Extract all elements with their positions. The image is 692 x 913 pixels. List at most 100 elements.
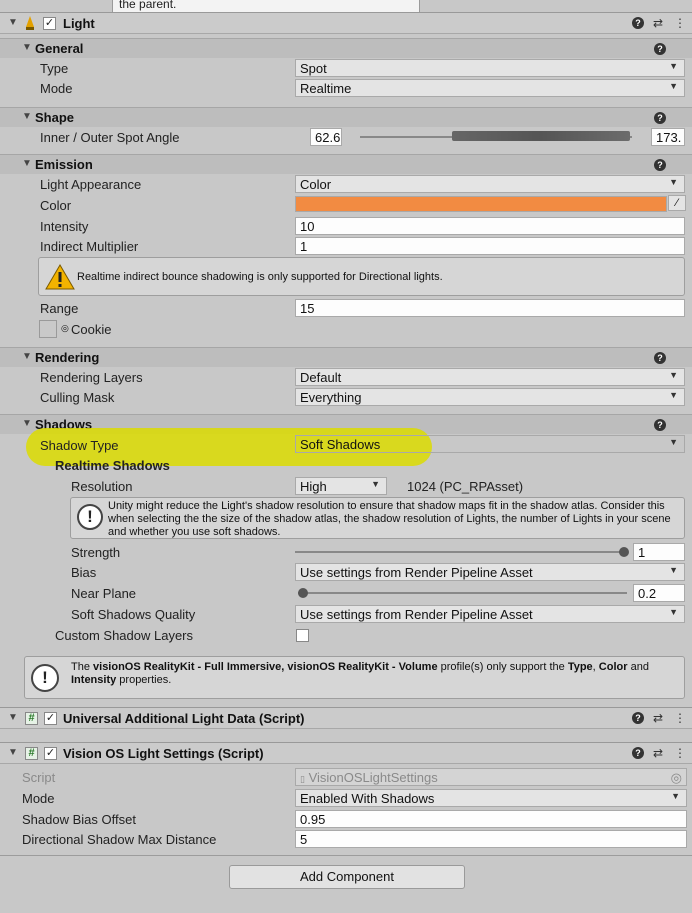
indirect-multiplier-field[interactable]: 1 [295,237,685,255]
help-icon[interactable]: ? [654,352,666,364]
object-picker-icon: ◎ [670,770,682,785]
resolution-dropdown[interactable]: High ▼ [295,477,387,495]
info-icon: ! [77,504,103,530]
menu-icon[interactable]: ⋮ [672,15,688,31]
culling-mask-value: Everything [300,390,362,405]
indirect-warning-box: Realtime indirect bounce shadowing is on… [38,257,685,296]
cookie-label: Cookie [71,322,112,337]
foldout-arrow-icon[interactable]: ▼ [22,42,32,53]
soft-shadows-quality-value: Use settings from Render Pipeline Asset [300,607,533,622]
vision-os-settings-header[interactable]: ▼ # ✓ Vision OS Light Settings (Script) … [0,742,692,764]
mode-dropdown[interactable]: Realtime ▼ [295,79,685,97]
help-icon[interactable]: ? [654,112,666,124]
spot-angle-range[interactable] [452,131,630,141]
foldout-arrow-icon[interactable]: ▼ [22,418,32,429]
visionos-note-part: The [71,661,94,673]
near-plane-slider-track[interactable] [298,592,627,594]
custom-shadow-layers-checkbox[interactable] [296,629,309,642]
resolution-label: Resolution [71,479,133,494]
light-appearance-value: Color [300,177,332,192]
help-icon[interactable]: ? [654,159,666,171]
strength-slider-track[interactable] [295,551,624,553]
visionos-note-part: profile(s) only support the [437,661,568,673]
menu-icon[interactable]: ⋮ [672,745,688,761]
visionos-note-part: and [627,661,649,673]
strength-field[interactable]: 1 [633,543,685,561]
intensity-field[interactable]: 10 [295,217,685,235]
inner-angle-field[interactable]: 62.6 [310,128,342,146]
bias-value: Use settings from Render Pipeline Asset [300,565,533,580]
outer-angle-field[interactable]: 173. [651,128,685,146]
help-icon[interactable]: ? [632,712,644,724]
shadow-type-value: Soft Shadows [300,437,381,452]
vision-title: Vision OS Light Settings (Script) [63,746,264,761]
help-icon[interactable]: ? [632,747,644,759]
mode-value: Realtime [300,81,352,96]
chevron-down-icon: ▼ [669,607,678,617]
near-plane-slider-knob[interactable] [298,588,308,598]
preset-icon[interactable]: ⇄ [650,710,666,726]
chevron-down-icon: ▼ [669,81,678,91]
visionos-color: Color [598,661,628,673]
type-label: Type [40,61,69,76]
strength-slider-knob[interactable] [619,547,629,557]
help-icon[interactable]: ? [654,43,666,55]
bias-dropdown[interactable]: Use settings from Render Pipeline Asset … [295,563,685,581]
range-label: Range [40,301,79,316]
culling-mask-dropdown[interactable]: Everything ▼ [295,388,685,406]
strength-label: Strength [71,545,121,560]
directional-max-distance-field[interactable]: 5 [295,830,687,848]
general-section-header[interactable]: ▼ General ? [0,38,692,58]
shadow-type-label: Shadow Type [40,438,119,453]
rendering-layers-dropdown[interactable]: Default ▼ [295,368,685,386]
rendering-title: Rendering [35,350,100,365]
emission-section-header[interactable]: ▼ Emission ? [0,154,692,174]
foldout-arrow-icon[interactable]: ▼ [22,111,32,122]
preset-icon[interactable]: ⇄ [650,15,666,31]
chevron-down-icon: ▼ [371,479,380,489]
soft-shadows-quality-label: Soft Shadows Quality [71,607,196,622]
color-swatch[interactable] [295,196,667,212]
help-icon[interactable]: ? [654,419,666,431]
shape-section-header[interactable]: ▼ Shape ? [0,107,692,127]
visionos-profiles: visionOS RealityKit - Full Immersive, vi… [93,661,438,673]
cookie-target-icon[interactable]: ◎ [61,323,69,334]
vision-enabled-checkbox[interactable]: ✓ [44,747,57,760]
light-enabled-checkbox[interactable]: ✓ [43,17,56,30]
help-icon[interactable]: ? [632,17,644,29]
soft-shadows-quality-dropdown[interactable]: Use settings from Render Pipeline Asset … [295,605,685,623]
shadow-type-dropdown[interactable]: Soft Shadows ▼ [295,435,685,453]
script-icon: # [25,712,38,725]
menu-icon[interactable]: ⋮ [672,710,688,726]
universal-light-data-header[interactable]: ▼ # ✓ Universal Additional Light Data (S… [0,707,692,729]
cookie-thumbnail[interactable] [39,320,57,338]
directional-max-distance-label: Directional Shadow Max Distance [22,832,217,847]
intensity-label: Intensity [40,219,89,234]
chevron-down-icon: ▼ [669,565,678,575]
range-field[interactable]: 15 [295,299,685,317]
universal-enabled-checkbox[interactable]: ✓ [44,712,57,725]
preset-icon[interactable]: ⇄ [650,745,666,761]
foldout-arrow-icon[interactable]: ▼ [8,712,18,723]
eyedropper-icon[interactable]: ⁄ [668,195,686,211]
foldout-arrow-icon[interactable]: ▼ [8,17,18,28]
foldout-arrow-icon[interactable]: ▼ [22,351,32,362]
chevron-down-icon: ▼ [669,390,678,400]
resolution-note-text: Unity might reduce the Light's shadow re… [108,500,671,538]
foldout-arrow-icon[interactable]: ▼ [22,158,32,169]
chevron-down-icon: ▼ [669,437,678,447]
type-dropdown[interactable]: Spot ▼ [295,59,685,77]
light-component-header[interactable]: ▼ ✓ Light ? ⇄ ⋮ [0,12,692,34]
foldout-arrow-icon[interactable]: ▼ [8,747,18,758]
type-value: Spot [300,61,327,76]
general-title: General [35,41,84,56]
light-appearance-dropdown[interactable]: Color ▼ [295,175,685,193]
chevron-down-icon: ▼ [669,177,678,187]
culling-mask-label: Culling Mask [40,390,115,405]
info-icon: ! [31,664,59,692]
rendering-section-header[interactable]: ▼ Rendering ? [0,347,692,367]
near-plane-field[interactable]: 0.2 [633,584,685,602]
shadow-bias-offset-field[interactable]: 0.95 [295,810,687,828]
vision-mode-dropdown[interactable]: Enabled With Shadows ▼ [295,789,687,807]
add-component-button[interactable]: Add Component [229,865,465,889]
